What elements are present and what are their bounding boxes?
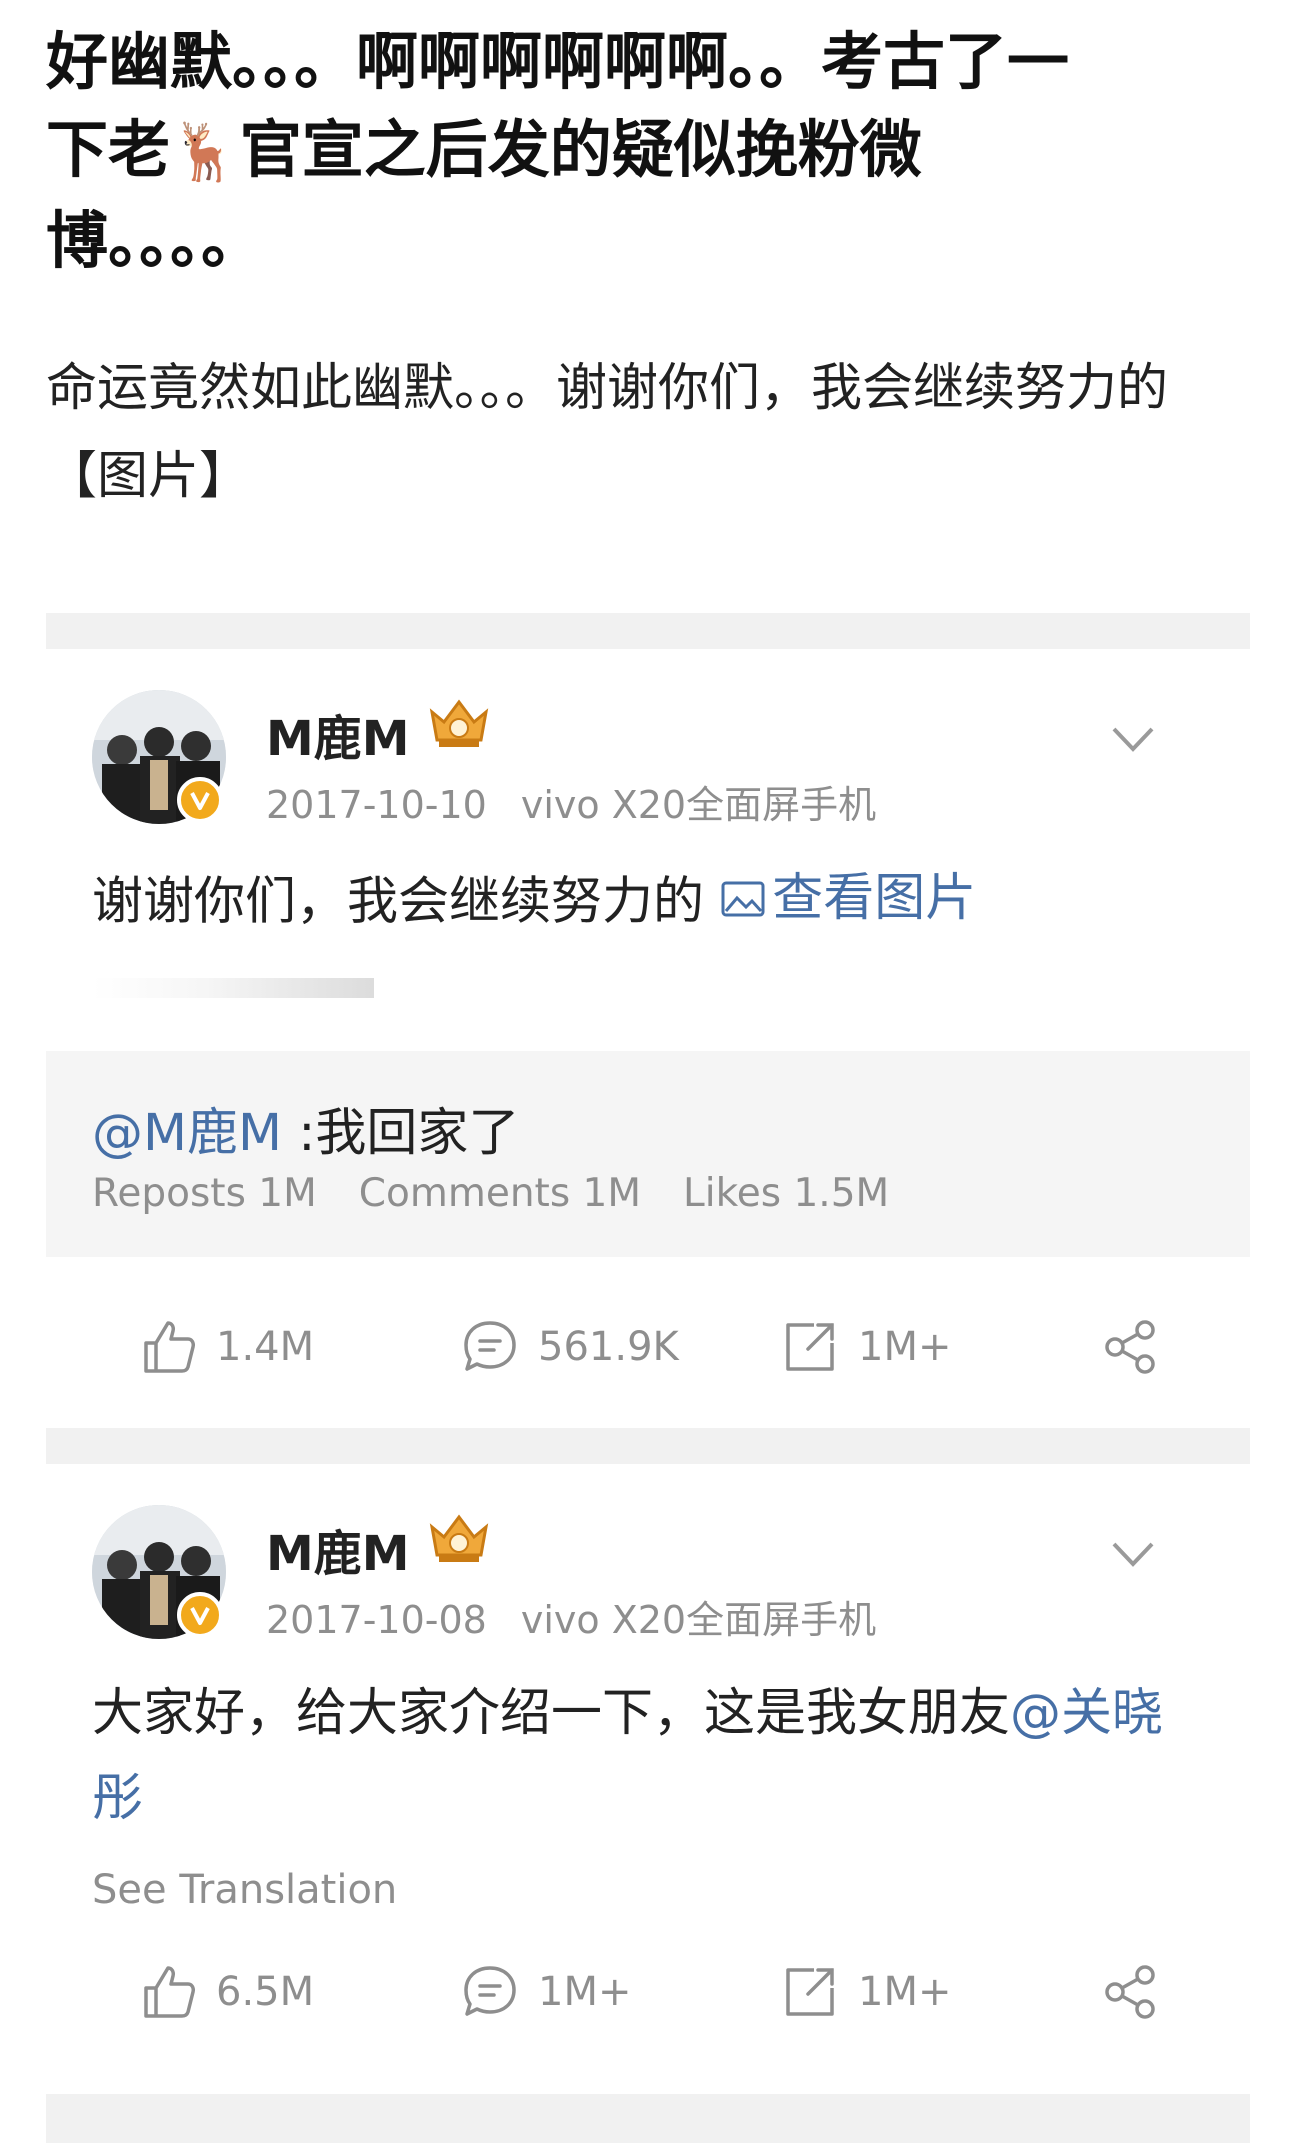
post-device: vivo X20全面屏手机 — [520, 783, 877, 827]
verified-icon — [177, 1592, 223, 1638]
repost-text: :我回家了 — [282, 1104, 520, 1163]
crown-badge-icon — [429, 1514, 489, 1562]
like-count: 1.4M — [216, 1324, 315, 1370]
repost-count: Reposts 1M — [92, 1171, 317, 1216]
comment-count: 1M+ — [538, 1969, 632, 2015]
repost-button[interactable]: 1M+ — [778, 1952, 951, 2032]
like-count: 6.5M — [216, 1969, 315, 2015]
view-image-label: 查看图片 — [772, 869, 977, 928]
repost-comments: Comments 1M — [358, 1171, 642, 1216]
username[interactable]: M鹿M — [266, 1514, 410, 1584]
reposted-original[interactable]: @M鹿M :我回家了 Reposts 1M Comments 1M Likes 1.… — [46, 1051, 1250, 1257]
intro-quote: 命运竟然如此幽默。。。谢谢你们，我会继续努力的【图片】 — [46, 359, 1169, 506]
post-date: 2017-10-10 — [266, 783, 487, 827]
post-body: 谢谢你们，我会继续努力的 — [92, 872, 705, 932]
comment-button[interactable]: 1M+ — [458, 1952, 631, 2032]
comment-count: 561.9K — [538, 1324, 679, 1370]
intro-line-3: 博。。。。 — [46, 204, 264, 277]
divider-band — [46, 1428, 1250, 1464]
post-body: 大家好，给大家介绍一下，这是我女朋友 — [92, 1684, 1011, 1743]
like-icon — [144, 1966, 195, 2018]
like-icon — [144, 1321, 195, 1373]
repost-stats: Reposts 1M Comments 1M Likes 1.5M — [92, 1171, 931, 1216]
chevron-down-icon[interactable] — [1108, 1534, 1158, 1574]
action-bar: 6.5M 1M+ 1M+ — [46, 1952, 1250, 2032]
post-card: M鹿M 2017-10-08 vivo X20全面屏手机 大家好，给大家介绍一下，… — [46, 1464, 1250, 2084]
repost-action-count: 1M+ — [858, 1969, 952, 2015]
verified-icon — [177, 777, 223, 823]
view-image-link[interactable]: 查看图片 — [720, 856, 976, 941]
crown-badge-icon — [429, 699, 489, 747]
action-bar: 1.4M 561.9K 1M+ — [46, 1307, 1250, 1387]
repost-icon — [786, 1968, 834, 2016]
intro-line-1: 好幽默。。。啊啊啊啊啊啊。。考古了一 — [46, 25, 1070, 98]
share-icon — [1105, 1320, 1155, 1374]
like-button[interactable]: 6.5M — [136, 1952, 314, 2032]
post-device: vivo X20全面屏手机 — [520, 1598, 877, 1642]
image-icon — [721, 881, 765, 916]
share-button[interactable] — [1098, 1307, 1162, 1387]
comment-icon — [464, 1966, 516, 2016]
see-translation-link[interactable]: See Translation — [92, 1867, 397, 1913]
blurred-content — [92, 978, 374, 998]
comment-button[interactable]: 561.9K — [458, 1307, 679, 1387]
post-text: 大家好，给大家介绍一下，这是我女朋友@关晓彤 — [92, 1671, 1192, 1841]
username[interactable]: M鹿M — [266, 699, 410, 769]
post-meta: 2017-10-08 vivo X20全面屏手机 — [266, 1589, 876, 1644]
share-button[interactable] — [1098, 1952, 1162, 2032]
divider-band — [46, 613, 1250, 649]
post-text: 谢谢你们，我会继续努力的 查看图片 — [92, 856, 1192, 945]
intro-text: 好幽默。。。啊啊啊啊啊啊。。考古了一 下老🦌官宣之后发的疑似挽粉微 博。。。。 — [46, 18, 1246, 285]
repost-likes: Likes 1.5M — [683, 1171, 890, 1216]
deer-emoji: 🦌 — [170, 120, 240, 185]
repost-action-count: 1M+ — [858, 1324, 952, 1370]
repost-icon — [786, 1323, 834, 1371]
like-button[interactable]: 1.4M — [136, 1307, 314, 1387]
post-meta: 2017-10-10 vivo X20全面屏手机 — [266, 774, 876, 829]
intro-line-2-b: 官宣之后发的疑似挽粉微 — [239, 113, 922, 186]
repost-line: @M鹿M :我回家了 — [92, 1091, 519, 1165]
repost-button[interactable]: 1M+ — [778, 1307, 951, 1387]
post-card: M鹿M 2017-10-10 vivo X20全面屏手机 谢谢你们，我会继续努力的… — [46, 649, 1250, 1424]
divider-band — [46, 2094, 1250, 2143]
repost-mention[interactable]: @M鹿M — [92, 1104, 282, 1163]
intro-line-2-a: 下老 — [46, 113, 171, 186]
post-date: 2017-10-08 — [266, 1598, 487, 1642]
share-icon — [1105, 1965, 1155, 2019]
chevron-down-icon[interactable] — [1108, 719, 1158, 759]
intro-line-2: 下老🦌官宣之后发的疑似挽粉微 — [46, 106, 1246, 197]
comment-icon — [464, 1321, 516, 1371]
